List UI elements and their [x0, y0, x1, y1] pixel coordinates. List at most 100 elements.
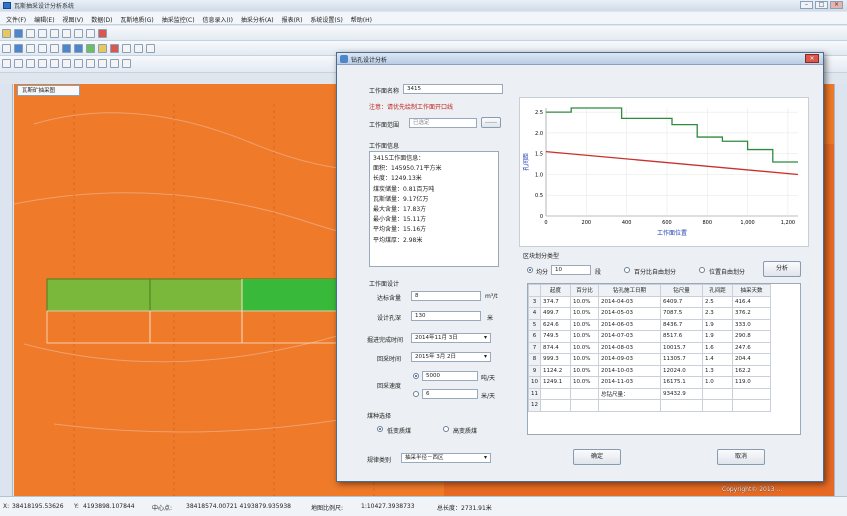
zoom-out-icon[interactable] — [38, 44, 47, 53]
zoom-in-icon[interactable] — [26, 44, 35, 53]
position-split-radio[interactable] — [699, 267, 705, 273]
table-cell[interactable] — [732, 387, 771, 400]
table-cell[interactable]: 4 — [528, 307, 541, 320]
menu-data[interactable]: 数据(D) — [91, 15, 112, 24]
table-cell[interactable]: 2014-11-03 — [598, 376, 661, 389]
draw-text-icon[interactable] — [62, 59, 71, 68]
left-panel-tabs[interactable] — [0, 84, 13, 496]
zoom-full-icon[interactable] — [50, 44, 59, 53]
table-cell[interactable]: 2014-04-03 — [598, 295, 661, 308]
menu-help[interactable]: 帮助(H) — [351, 15, 372, 24]
table-cell[interactable]: 93432.9 — [660, 387, 703, 400]
calendar-dropdown-icon[interactable]: ▾ — [484, 334, 487, 341]
table-row[interactable]: 10 1249.1 10.0% 2014-11-03 16175.1 1.0 119.0 — [528, 376, 771, 389]
print-icon[interactable] — [26, 29, 35, 38]
table-cell[interactable]: 6 — [528, 330, 541, 343]
table-cell[interactable]: 3 — [528, 295, 541, 308]
table-cell[interactable]: 8436.7 — [660, 318, 703, 331]
menu-view[interactable]: 视图(V) — [62, 15, 83, 24]
table-cell[interactable]: 749.5 — [540, 330, 571, 343]
draw-curve-icon[interactable] — [26, 59, 35, 68]
dialog-close-button[interactable]: × — [805, 54, 819, 63]
table-cell[interactable]: 2014-09-03 — [598, 353, 661, 366]
table-cell[interactable]: 12024.0 — [660, 364, 703, 377]
equal-count-input[interactable]: 10 — [551, 265, 591, 275]
menu-file[interactable]: 文件(F) — [6, 15, 26, 24]
table-cell[interactable]: 10.0% — [570, 364, 599, 377]
table-cell[interactable]: 16175.1 — [660, 376, 703, 389]
table-header-cell[interactable] — [528, 284, 541, 297]
table-cell[interactable] — [702, 387, 733, 400]
table-cell[interactable]: 8 — [528, 353, 541, 366]
table-cell[interactable]: 999.3 — [540, 353, 571, 366]
table-row[interactable]: 5 624.6 10.0% 2014-06-03 8436.7 1.9 333.0 — [528, 318, 771, 331]
table-cell[interactable]: 333.0 — [732, 318, 771, 331]
table-cell[interactable]: 11 — [528, 387, 541, 400]
table-header-cell[interactable]: 钻尺量 — [660, 284, 703, 297]
hole-depth-input[interactable]: 130 — [411, 311, 481, 321]
table-cell[interactable]: 2014-08-03 — [598, 341, 661, 354]
face-name-input[interactable]: 3415 — [403, 84, 503, 94]
table-cell[interactable]: 1.6 — [702, 341, 733, 354]
table-cell[interactable]: 10.0% — [570, 376, 599, 389]
face-range-input[interactable]: 已选定 — [409, 118, 477, 128]
table-cell[interactable] — [702, 399, 733, 412]
table-row[interactable]: 11 总钻尺量： 93432.9 — [528, 387, 771, 400]
table-cell[interactable]: 2014-07-03 — [598, 330, 661, 343]
table-header-cell[interactable]: 钻孔施工日期 — [598, 284, 661, 297]
maximize-button[interactable]: □ — [815, 1, 828, 9]
table-cell[interactable]: 7087.5 — [660, 307, 703, 320]
table-cell[interactable]: 1.3 — [702, 364, 733, 377]
table-header-cell[interactable]: 抽采天数 — [732, 284, 771, 297]
map-document-tab[interactable]: 瓦斯矿抽采图 — [17, 85, 80, 96]
chevron-down-icon[interactable]: ▾ — [484, 454, 487, 461]
table-cell[interactable]: 2.3 — [702, 307, 733, 320]
cut-icon[interactable] — [62, 29, 71, 38]
draw-rect-icon[interactable] — [38, 59, 47, 68]
layer-icon[interactable] — [62, 44, 71, 53]
menu-geology[interactable]: 瓦斯地质(G) — [120, 15, 153, 24]
table-cell[interactable]: 874.4 — [540, 341, 571, 354]
section-table[interactable]: 起度 百分比 钻孔施工日期 钻尺量 孔间距 抽采天数 3 374.7 10.0% 2014-04-… — [527, 283, 801, 435]
table-cell[interactable]: 247.6 — [732, 341, 771, 354]
table-cell[interactable] — [732, 399, 771, 412]
speed-meter-radio[interactable] — [413, 391, 419, 397]
delete-icon[interactable] — [98, 29, 107, 38]
table-row[interactable]: 12 — [528, 399, 771, 412]
table-cell[interactable] — [598, 399, 661, 412]
draw-arc-icon[interactable] — [14, 59, 23, 68]
table-cell[interactable]: 总钻尺量： — [598, 387, 661, 400]
table-cell[interactable]: 8517.6 — [660, 330, 703, 343]
table-row[interactable]: 9 1124.2 10.0% 2014-10-03 12024.0 1.3 162.2 — [528, 364, 771, 377]
analyze-button[interactable]: 分析 — [763, 261, 801, 277]
vertex-icon[interactable] — [98, 59, 107, 68]
table-header-cell[interactable]: 孔间距 — [702, 284, 733, 297]
coal-low-radio[interactable] — [377, 426, 383, 432]
mining-time-picker[interactable]: 2015年 3月 2日 — [411, 352, 491, 362]
speed-meter-input[interactable]: 6 — [422, 389, 478, 399]
table-cell[interactable]: 10.0% — [570, 353, 599, 366]
save-icon[interactable] — [14, 29, 23, 38]
undo-icon[interactable] — [38, 29, 47, 38]
copy-icon[interactable] — [74, 29, 83, 38]
table-cell[interactable]: 9 — [528, 364, 541, 377]
table-cell[interactable]: 2014-05-03 — [598, 307, 661, 320]
calendar-dropdown-icon[interactable]: ▾ — [484, 353, 487, 360]
table-cell[interactable]: 10015.7 — [660, 341, 703, 354]
draw-symbol-icon[interactable] — [74, 59, 83, 68]
right-panel-tabs[interactable] — [834, 84, 847, 496]
cancel-button[interactable]: 取消 — [717, 449, 765, 465]
table-cell[interactable]: 6409.7 — [660, 295, 703, 308]
refresh-icon[interactable] — [74, 44, 83, 53]
table-cell[interactable]: 290.8 — [732, 330, 771, 343]
speed-ton-radio[interactable] — [413, 373, 419, 379]
table-row[interactable]: 3 374.7 10.0% 2014-04-03 6409.7 2.5 416.4 — [528, 295, 771, 308]
line-tool-icon[interactable] — [122, 44, 131, 53]
move-icon[interactable] — [110, 59, 119, 68]
menu-input[interactable]: 信息录入(I) — [202, 15, 232, 24]
table-cell[interactable]: 5 — [528, 318, 541, 331]
identify-icon[interactable] — [98, 44, 107, 53]
polygon-tool-icon[interactable] — [134, 44, 143, 53]
table-row[interactable]: 7 874.4 10.0% 2014-08-03 10015.7 1.6 247.6 — [528, 341, 771, 354]
table-cell[interactable]: 10.0% — [570, 307, 599, 320]
